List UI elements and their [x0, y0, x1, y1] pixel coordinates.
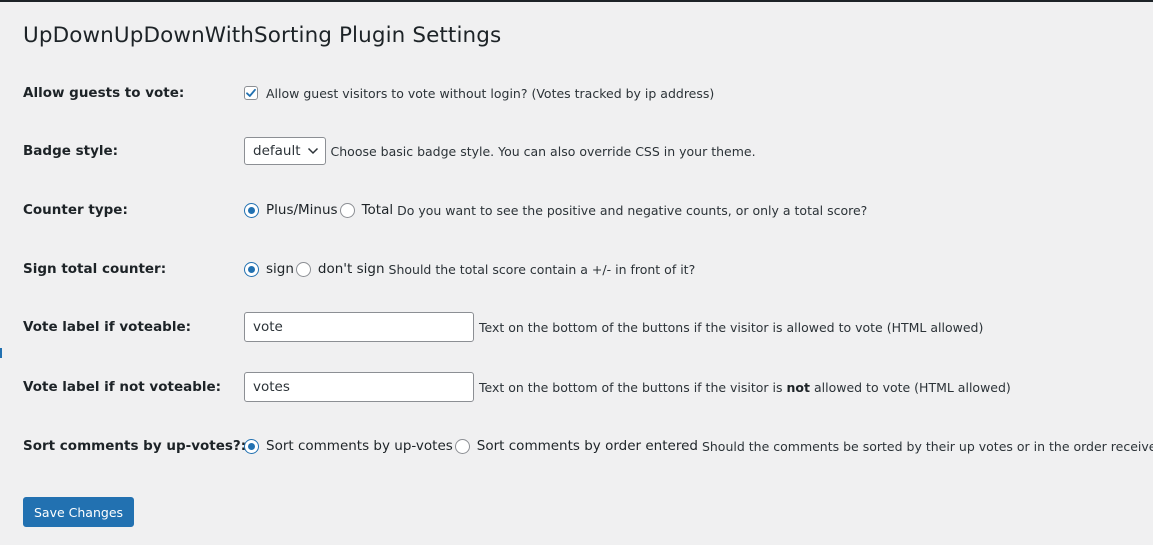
vote-label-voteable-field: Text on the bottom of the buttons if the…	[244, 312, 983, 342]
radio-dot-icon	[248, 442, 255, 450]
counter-type-label: Counter type:	[23, 202, 128, 218]
left-edge-marker	[0, 348, 2, 358]
badge-style-label: Badge style:	[23, 143, 119, 159]
vote-label-not-voteable-field: Text on the bottom of the buttons if the…	[244, 372, 1011, 402]
badge-style-description: Choose basic badge style. You can also o…	[330, 143, 756, 159]
row-allow-guests: Allow guests to vote: Allow guest visito…	[23, 78, 1153, 108]
save-changes-button[interactable]: Save Changes	[23, 497, 135, 527]
badge-style-select[interactable]: default	[244, 137, 326, 165]
vote-label-not-voteable-label: Vote label if not voteable:	[23, 379, 222, 395]
sign-total-field: sign don't sign Should the total score c…	[244, 261, 695, 277]
sign-total-sign-radio[interactable]	[244, 261, 259, 277]
counter-type-total-label[interactable]: Total	[362, 202, 394, 218]
sort-comments-description: Should the comments be sorted by their u…	[701, 438, 1153, 454]
sort-comments-up-votes-radio[interactable]	[244, 438, 259, 454]
sign-total-dont-sign-radio[interactable]	[295, 261, 311, 277]
badge-style-selected-value: default	[253, 143, 301, 159]
sign-total-label: Sign total counter:	[23, 261, 167, 277]
allow-guests-checkbox[interactable]	[244, 86, 258, 100]
counter-type-field: Plus/Minus Total Do you want to see the …	[244, 202, 867, 218]
row-vote-label-voteable: Vote label if voteable: Text on the bott…	[23, 312, 1153, 342]
sign-total-dont-sign-label[interactable]: don't sign	[318, 261, 385, 277]
row-sort-comments: Sort comments by up-votes?: Sort comment…	[23, 431, 1153, 461]
sort-comments-order-entered-label[interactable]: Sort comments by order entered	[477, 438, 698, 454]
badge-style-field: default Choose basic badge style. You ca…	[244, 137, 756, 165]
sort-comments-field: Sort comments by up-votes Sort comments …	[244, 438, 1153, 454]
vote-label-voteable-description: Text on the bottom of the buttons if the…	[479, 319, 984, 335]
counter-type-plus-minus-label[interactable]: Plus/Minus	[266, 202, 338, 218]
vote-label-not-voteable-description: Text on the bottom of the buttons if the…	[479, 380, 1011, 395]
allow-guests-checkbox-label[interactable]: Allow guest visitors to vote without log…	[266, 86, 714, 101]
description-text-pre: Text on the bottom of the buttons if the…	[479, 379, 783, 395]
chevron-down-icon	[307, 147, 319, 155]
sort-comments-order-entered-radio[interactable]	[454, 438, 470, 454]
sign-total-description: Should the total score contain a +/- in …	[388, 261, 696, 277]
vote-label-not-voteable-input[interactable]	[244, 372, 474, 402]
counter-type-description: Do you want to see the positive and nega…	[397, 202, 868, 218]
allow-guests-label: Allow guests to vote:	[23, 85, 185, 101]
sort-comments-up-votes-label[interactable]: Sort comments by up-votes	[266, 438, 453, 454]
counter-type-total-radio[interactable]	[339, 202, 355, 218]
radio-dot-icon	[248, 265, 255, 273]
sort-comments-label: Sort comments by up-votes?:	[23, 438, 247, 454]
description-text-post: allowed to vote (HTML allowed)	[813, 379, 1011, 395]
allow-guests-field: Allow guest visitors to vote without log…	[244, 86, 714, 101]
counter-type-plus-minus-radio[interactable]	[244, 202, 259, 218]
vote-label-voteable-input[interactable]	[244, 312, 474, 342]
row-badge-style: Badge style: default Choose basic badge …	[23, 136, 1153, 166]
description-text-bold: not	[786, 379, 810, 395]
row-vote-label-not-voteable: Vote label if not voteable: Text on the …	[23, 372, 1153, 402]
row-sign-total: Sign total counter: sign don't sign Shou…	[23, 254, 1153, 284]
radio-dot-icon	[248, 206, 255, 214]
sign-total-sign-label[interactable]: sign	[266, 261, 294, 277]
row-counter-type: Counter type: Plus/Minus Total Do you wa…	[23, 195, 1153, 225]
checkmark-icon	[246, 88, 256, 97]
page-title: UpDownUpDownWithSorting Plugin Settings	[23, 23, 502, 48]
vote-label-voteable-label: Vote label if voteable:	[23, 319, 192, 335]
